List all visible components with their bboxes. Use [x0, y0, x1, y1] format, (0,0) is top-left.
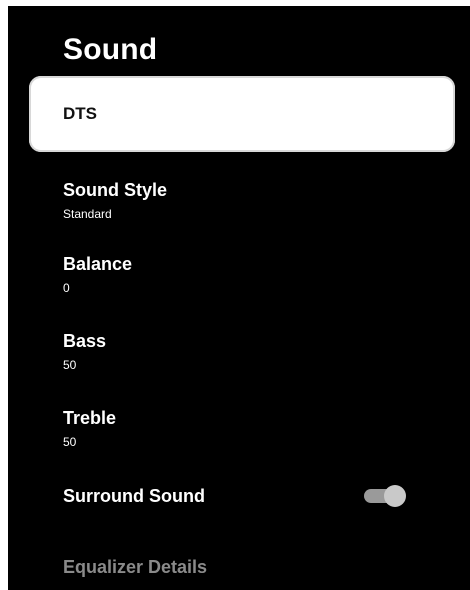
page-title: Sound — [63, 33, 158, 66]
menu-item-label: Bass — [63, 331, 107, 351]
menu-item-treble[interactable]: Treble 50 — [63, 407, 116, 450]
menu-item-value: 0 — [63, 281, 70, 295]
menu-item-surround-sound[interactable]: Surround Sound — [63, 485, 205, 507]
menu-item-label: DTS — [63, 104, 97, 123]
menu-item-sound-style[interactable]: Sound Style Standard — [63, 179, 167, 222]
menu-item-balance[interactable]: Balance 0 — [63, 253, 132, 296]
toggle-knob — [384, 485, 406, 507]
menu-item-equalizer-details: Equalizer Details — [63, 557, 208, 577]
menu-item-bass[interactable]: Bass 50 — [63, 330, 106, 373]
menu-item-value: 50 — [63, 358, 77, 372]
menu-item-value: Standard — [63, 207, 112, 221]
menu-item-label: Balance — [63, 254, 133, 274]
menu-item-value: 50 — [63, 435, 77, 449]
surround-sound-toggle[interactable] — [364, 485, 406, 507]
menu-item-label: Sound Style — [63, 180, 168, 200]
menu-item-dts[interactable]: DTS — [29, 76, 455, 152]
sound-settings-panel: Sound DTS Sound Style Standard Balance 0… — [8, 6, 470, 590]
menu-item-label: Treble — [63, 408, 117, 428]
menu-item-label: Surround Sound — [63, 486, 205, 506]
